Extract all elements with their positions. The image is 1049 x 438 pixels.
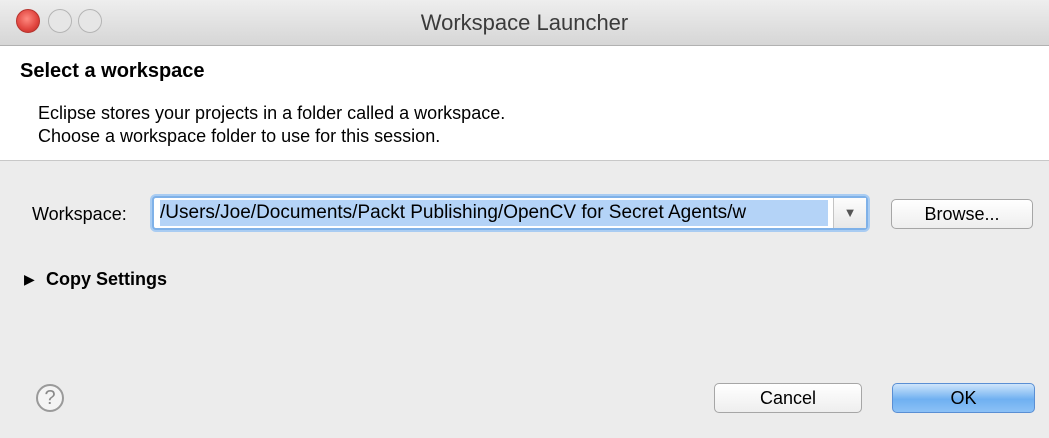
dropdown-arrow-icon[interactable]: ▼ [833,198,866,228]
help-icon[interactable]: ? [36,384,64,412]
window-title: Workspace Launcher [420,10,629,35]
disclosure-triangle-icon[interactable]: ▶ [24,271,35,288]
dialog-header: Select a workspace Eclipse stores your p… [0,46,1049,161]
ok-button[interactable]: OK [892,383,1035,413]
copy-settings-toggle[interactable]: Copy Settings [46,269,167,290]
workspace-label: Workspace: [32,204,127,224]
cancel-button[interactable]: Cancel [714,383,862,413]
header-description: Eclipse stores your projects in a folder… [38,102,505,148]
workspace-path-input[interactable]: /Users/Joe/Documents/Packt Publishing/Op… [160,200,828,226]
header-description-line: Eclipse stores your projects in a folder… [38,103,506,123]
title-bar: Workspace Launcher [0,0,1049,46]
browse-button[interactable]: Browse... [891,199,1033,229]
workspace-launcher-window: Workspace Launcher Select a workspace Ec… [0,0,1049,438]
header-description-line: Choose a workspace folder to use for thi… [38,126,441,146]
workspace-combo-box[interactable]: /Users/Joe/Documents/Packt Publishing/Op… [152,196,868,230]
header-title: Select a workspace [20,60,205,82]
